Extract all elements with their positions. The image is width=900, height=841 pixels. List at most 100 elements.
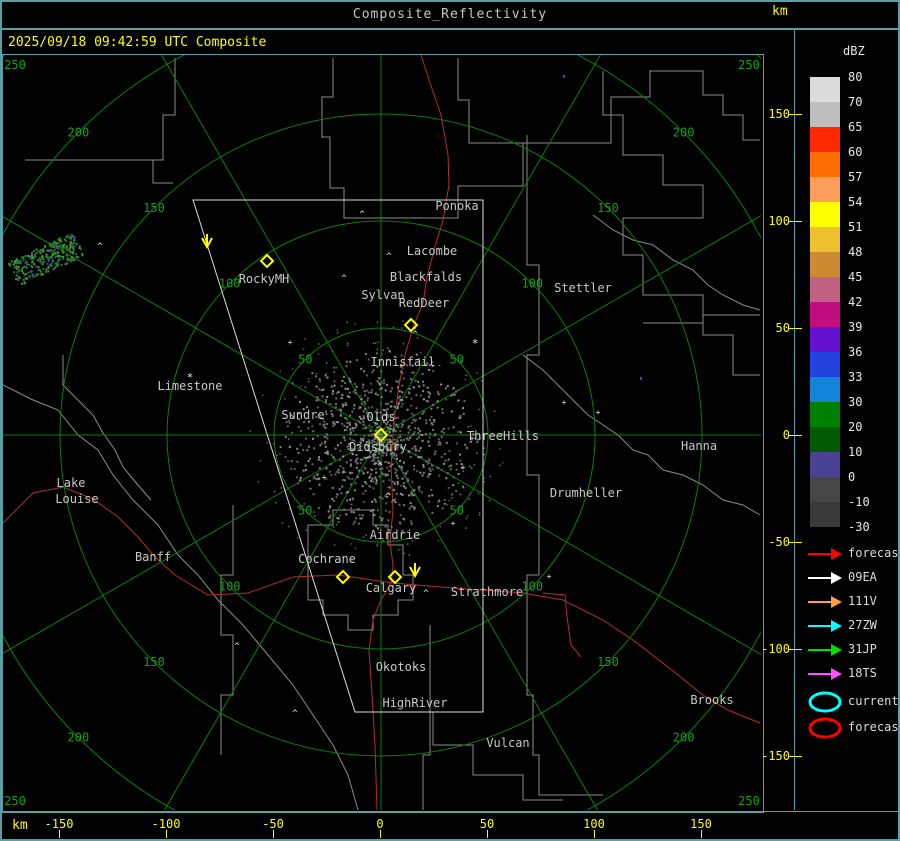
scale-color-box (810, 77, 840, 102)
legend-arrow-icon (808, 668, 842, 680)
town-marker-dot: + (547, 572, 552, 581)
county-boundary-line (457, 58, 523, 144)
legend-ellipse-icon (808, 691, 842, 713)
city-label: Airdrie (370, 528, 421, 542)
right-axis-tick (789, 435, 802, 436)
bottom-axis-tick-label: -50 (262, 817, 284, 831)
title-bar: Composite_Reflectivity (0, 0, 900, 30)
scale-value-label: 54 (848, 195, 863, 209)
bottom-axis-unit-label: km (12, 818, 28, 833)
range-ring-label: 250 (4, 794, 26, 808)
radial-line (380, 434, 845, 703)
cell-marker-caret: ^ (412, 330, 418, 340)
town-marker-dot: + (461, 463, 466, 472)
highway-line (542, 592, 582, 658)
scale-value-label: 70 (848, 95, 863, 109)
scale-color-box (810, 177, 840, 202)
cell-marker-caret: ^ (386, 252, 392, 262)
scale-color-box (810, 452, 840, 477)
radar-application-window: { "window": { "title": "Composite_Reflec… (0, 0, 900, 841)
scale-color-box (810, 352, 840, 377)
right-axis-tick (789, 649, 802, 650)
city-label: Innisfail (370, 355, 435, 369)
right-axis-tick (789, 756, 802, 757)
legend-label: 27ZW (848, 618, 877, 632)
bottom-axis-tick (273, 830, 274, 838)
legend-label: 111V (848, 594, 877, 608)
scale-value-label: 30 (848, 395, 863, 409)
scale-value-label: 10 (848, 445, 863, 459)
city-label: Lake (57, 476, 86, 490)
cell-marker-caret: ^ (423, 589, 429, 599)
city-label: RockyMH (239, 272, 290, 286)
scale-color-box (810, 277, 840, 302)
scale-value-label: 51 (848, 220, 863, 234)
bottom-axis-tick (59, 830, 60, 838)
radar-map-display[interactable]: 50 50 50 50 100 100 100 100 150 150 150 150 200 200 20… (0, 0, 900, 841)
scale-value-label: 60 (848, 145, 863, 159)
scale-color-box (810, 152, 840, 177)
range-ring-label: 100 (219, 579, 241, 593)
scale-color-box (810, 202, 840, 227)
range-ring-label: 250 (4, 58, 26, 72)
scale-color-box (810, 402, 840, 427)
range-ring-label: 150 (597, 201, 619, 215)
range-ring-label: 200 (673, 125, 695, 139)
legend-label: forecast (848, 720, 900, 734)
scale-color-box (810, 127, 840, 152)
county-boundary-line (602, 71, 704, 219)
scale-value-label: 42 (848, 295, 863, 309)
right-axis-tick (789, 328, 802, 329)
city-label: Banff (135, 550, 171, 564)
radar-site-diamond-icon (335, 569, 351, 585)
right-axis-tick-label: -50 (768, 535, 790, 549)
cell-marker-caret: ^ (341, 274, 347, 284)
legend-label: 09EA (848, 570, 877, 584)
bottom-axis-separator-line (0, 811, 900, 812)
county-boundary-line (643, 314, 760, 324)
range-ring-label: 150 (143, 201, 165, 215)
city-label: Limestone (157, 379, 222, 393)
town-marker-dot: + (596, 408, 601, 417)
legend-label: current (848, 694, 899, 708)
scale-value-label: -30 (848, 520, 870, 534)
city-label: Brooks (690, 693, 733, 707)
scale-value-label: 65 (848, 120, 863, 134)
cell-marker-caret: ^ (97, 242, 103, 252)
scale-value-label: 80 (848, 70, 863, 84)
legend-arrow-icon (808, 596, 842, 608)
city-label: Drumheller (550, 486, 622, 500)
right-axis-tick (789, 221, 802, 222)
town-marker-dot: + (451, 519, 456, 528)
bottom-axis-tick-label: 100 (583, 817, 605, 831)
scale-value-label: 57 (848, 170, 863, 184)
city-label: Cochrane (298, 552, 356, 566)
bottom-axis-tick (380, 830, 381, 838)
city-label: ThreeHills (467, 429, 539, 443)
legend-arrow-icon (808, 548, 842, 560)
cell-marker-caret: ^ (359, 210, 365, 220)
bottom-axis-tick (594, 830, 595, 838)
scale-color-box (810, 502, 840, 527)
right-axis-tick-label: 0 (782, 428, 790, 442)
legend-arrow-icon (808, 644, 842, 656)
town-marker-dot: + (322, 473, 327, 482)
county-boundary-line (622, 218, 760, 376)
city-label: HighRiver (382, 696, 447, 710)
town-marker-dot: + (562, 398, 567, 407)
bottom-axis-tick (487, 830, 488, 838)
city-label: Calgary (366, 581, 417, 595)
legend-arrow-icon (808, 620, 842, 632)
bottom-axis-tick-label: -150 (44, 817, 74, 831)
county-boundary-line (25, 159, 173, 184)
range-ring-label: 200 (673, 731, 695, 745)
county-boundary-line (220, 505, 234, 755)
range-ring-label: 100 (219, 277, 241, 291)
range-ring-label: 50 (298, 352, 312, 366)
range-ring-label: 50 (298, 504, 312, 518)
town-marker-dot: + (288, 338, 293, 347)
scale-color-box (810, 252, 840, 277)
scale-color-box (810, 427, 840, 452)
right-axis-unit-label: km (772, 4, 788, 19)
window-title: Composite_Reflectivity (352, 6, 548, 22)
